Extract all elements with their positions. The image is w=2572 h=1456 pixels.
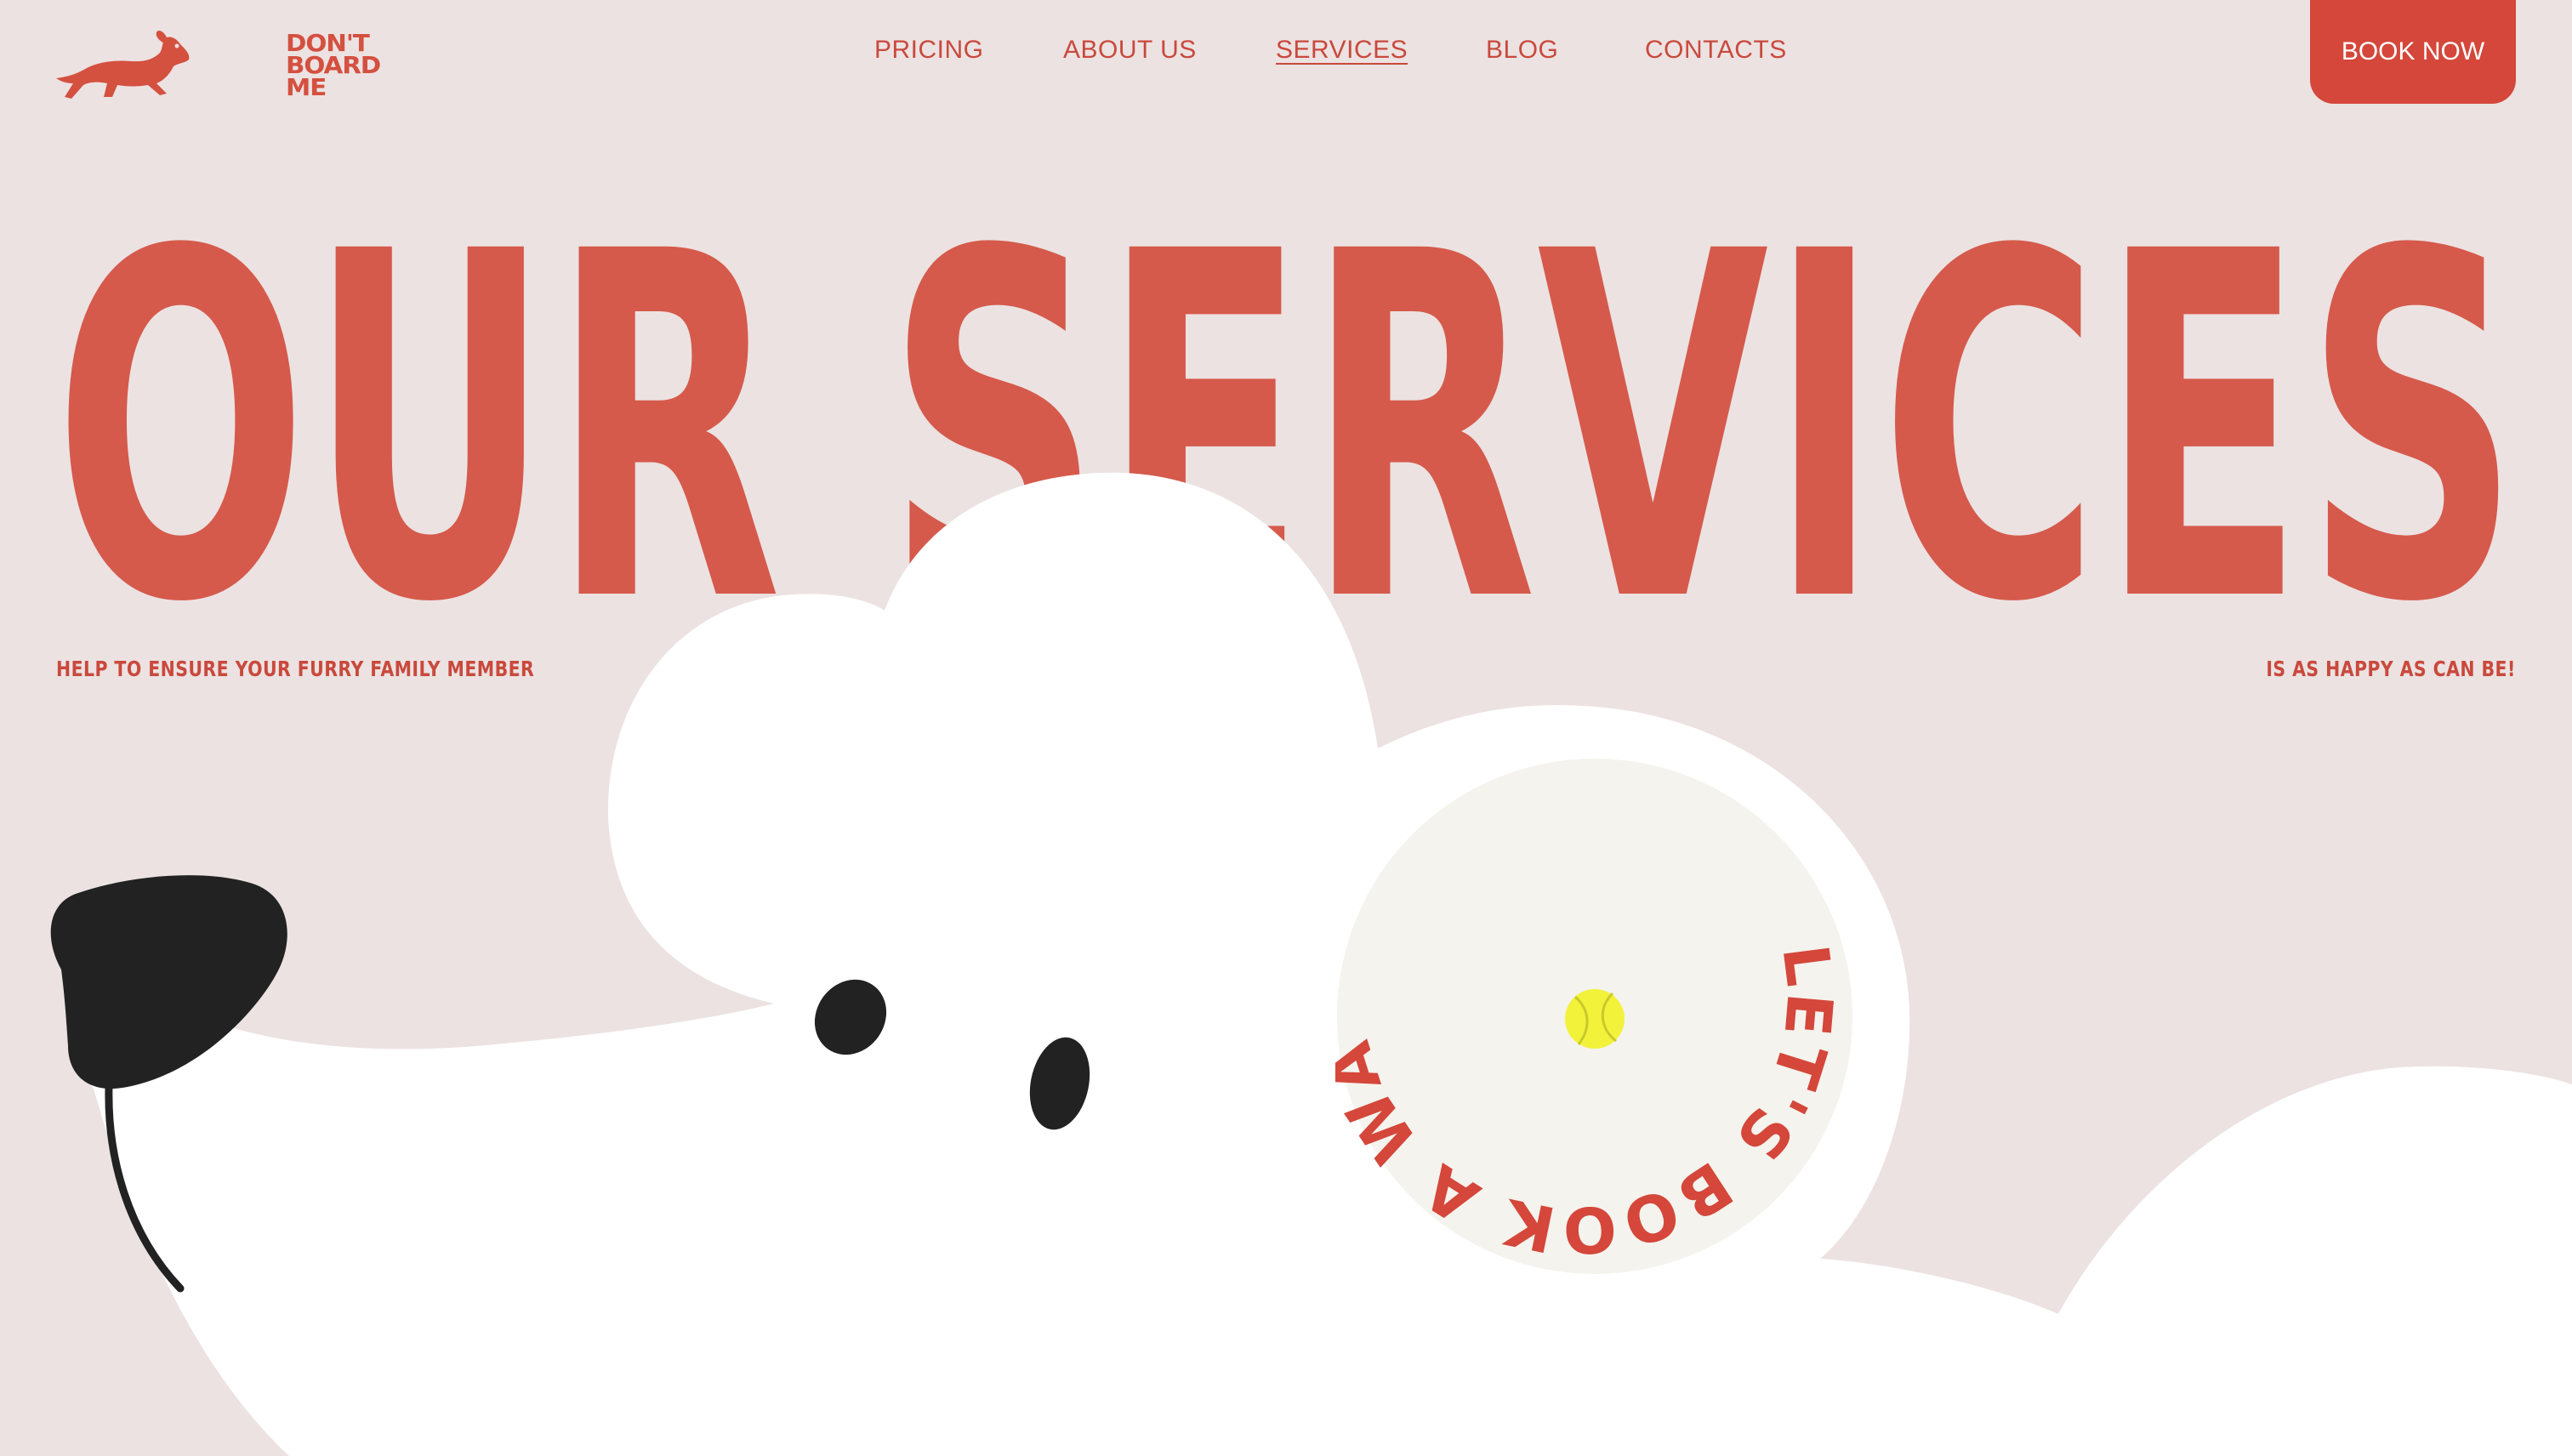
book-now-button[interactable]: BOOK NOW	[2310, 0, 2516, 104]
nav-about-us[interactable]: ABOUT US	[1063, 36, 1197, 65]
site-header: DON'T BOARD ME PRICING ABOUT US SERVICES…	[0, 0, 2572, 136]
brand-line-3: ME	[286, 73, 327, 101]
nav-blog[interactable]: BLOG	[1486, 36, 1558, 65]
dog-body-shape	[67, 472, 2572, 1456]
nav-services[interactable]: SERVICES	[1276, 36, 1408, 65]
nav-pricing[interactable]: PRICING	[874, 36, 984, 65]
dog-illustration	[50, 472, 2572, 1456]
book-walk-badge[interactable]: LET'S BOOK A WALK	[1335, 757, 1854, 1276]
main-nav: PRICING ABOUT US SERVICES BLOG CONTACTS	[0, 36, 2572, 70]
nav-contacts[interactable]: CONTACTS	[1645, 36, 1787, 65]
tennis-ball-icon	[1565, 989, 1625, 1049]
